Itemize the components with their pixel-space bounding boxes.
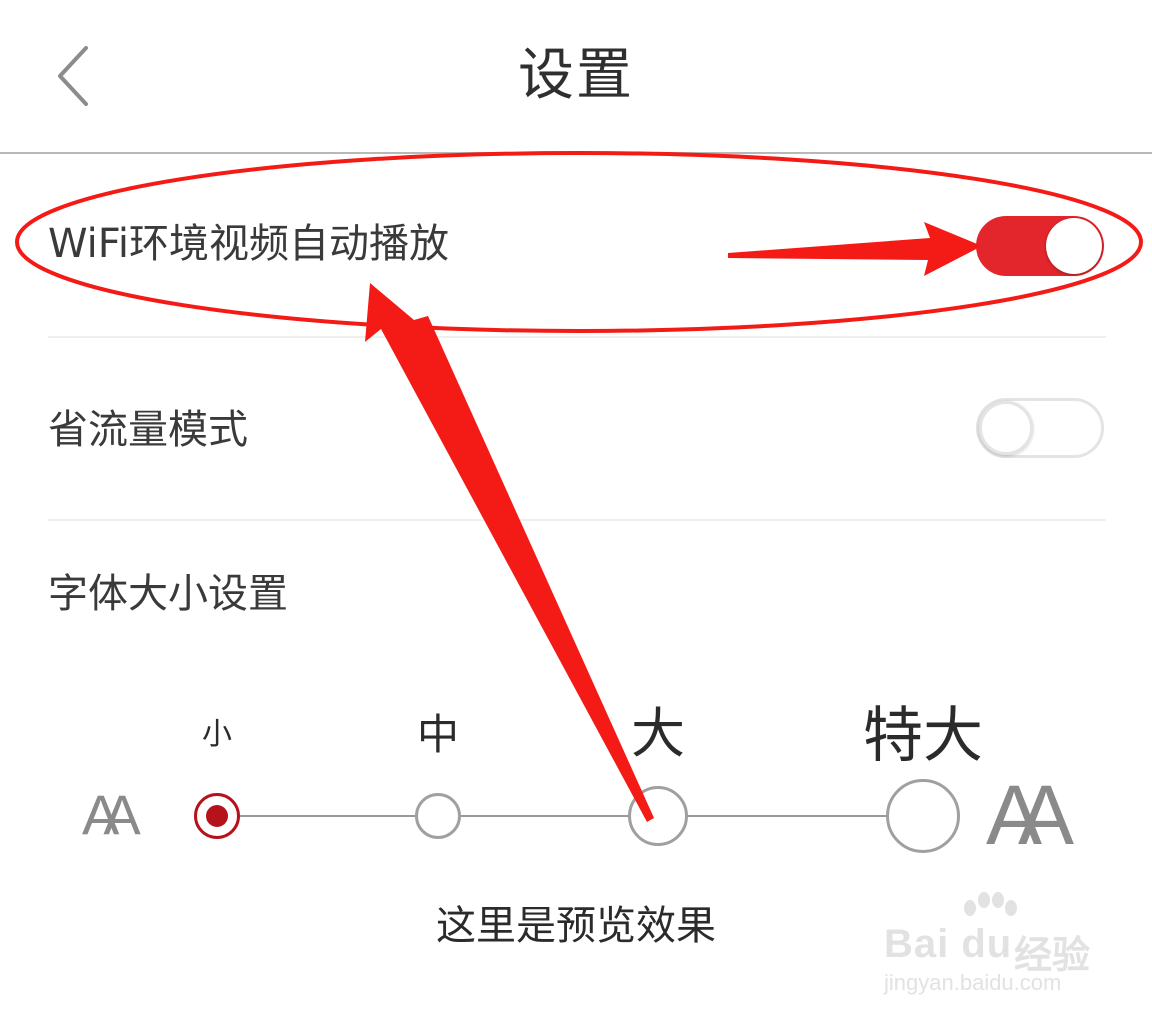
page-title: 设置 bbox=[518, 43, 634, 108]
divider bbox=[48, 519, 1106, 521]
wifi-autoplay-toggle[interactable] bbox=[976, 216, 1104, 276]
baidu-jingyan-watermark: Bai du 经验 jingyan.baidu.com bbox=[884, 890, 1094, 1000]
toggle-knob bbox=[979, 401, 1033, 455]
font-size-stop-xlarge[interactable] bbox=[886, 779, 960, 853]
font-size-stop-medium[interactable] bbox=[415, 793, 461, 839]
data-saver-toggle[interactable] bbox=[976, 398, 1104, 458]
annotation-arrow-right bbox=[728, 222, 982, 276]
font-size-option-medium[interactable]: 中 bbox=[417, 708, 459, 762]
font-size-slider-track[interactable] bbox=[215, 815, 923, 817]
font-size-label: 字体大小设置 bbox=[48, 571, 288, 617]
font-size-stop-small[interactable] bbox=[194, 793, 240, 839]
toggle-knob bbox=[1046, 218, 1102, 274]
font-size-option-small[interactable]: 小 bbox=[202, 715, 232, 755]
font-size-stop-large[interactable] bbox=[628, 786, 688, 846]
header-bar: 设置 bbox=[0, 0, 1152, 154]
font-small-icon: AA bbox=[82, 783, 141, 846]
data-saver-label: 省流量模式 bbox=[48, 407, 248, 453]
watermark-url: jingyan.baidu.com bbox=[884, 970, 1062, 995]
font-size-option-large[interactable]: 大 bbox=[631, 700, 685, 768]
watermark-brand: Bai du bbox=[884, 922, 1013, 966]
annotation-arrow-up bbox=[365, 283, 654, 822]
wifi-autoplay-label: WiFi环境视频自动播放 bbox=[48, 221, 449, 267]
font-size-option-xlarge[interactable]: 特大 bbox=[863, 698, 983, 774]
divider bbox=[48, 336, 1106, 338]
font-large-icon: AA bbox=[986, 768, 1074, 862]
